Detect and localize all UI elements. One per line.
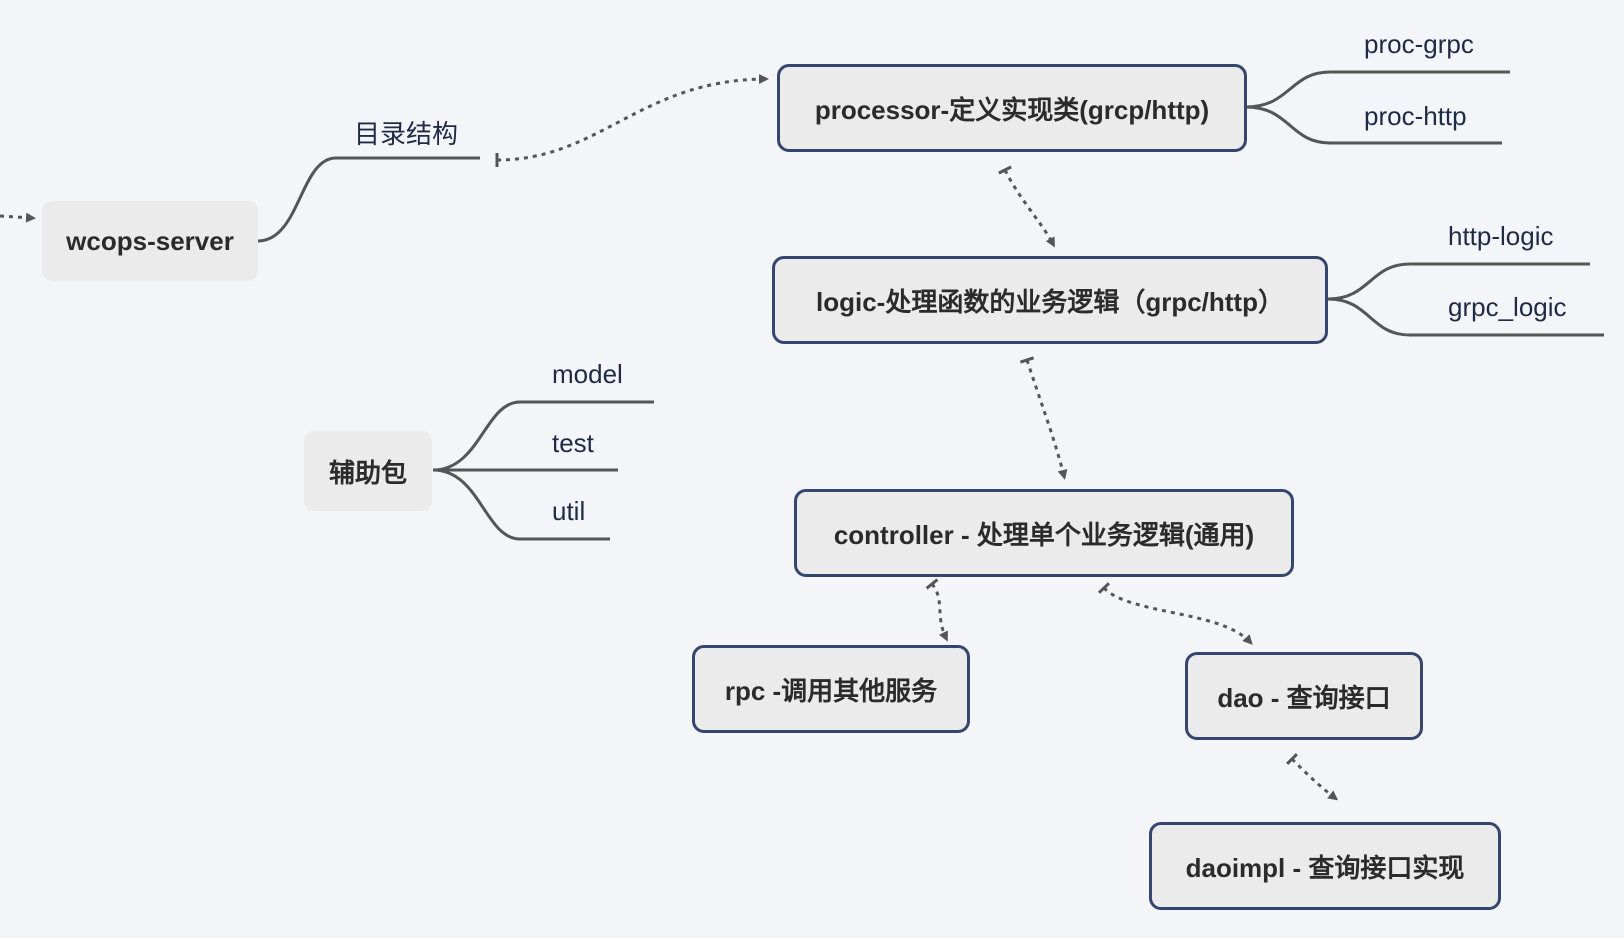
rpc-topic[interactable]: rpc -调用其他服务 — [692, 645, 970, 733]
logic-topic[interactable]: logic-处理函数的业务逻辑（grpc/http） — [772, 256, 1328, 344]
controller-topic[interactable]: controller - 处理单个业务逻辑(通用) — [794, 489, 1294, 577]
logic-child-grpc[interactable]: grpc_logic — [1448, 292, 1567, 323]
dao-topic[interactable]: dao - 查询接口 — [1185, 652, 1423, 740]
branch-main-label[interactable]: 目录结构 — [354, 114, 458, 151]
helper-child-line-model — [432, 400, 654, 472]
daoimpl-topic[interactable]: daoimpl - 查询接口实现 — [1149, 822, 1501, 910]
helper-topic[interactable]: 辅助包 — [304, 431, 432, 511]
rpc-topic-label: rpc -调用其他服务 — [724, 675, 938, 706]
mind-map-canvas: wcops-server 目录结构 辅助包 model test util pr… — [0, 0, 1624, 938]
helper-child-test[interactable]: test — [552, 428, 594, 459]
controller-to-rpc-relation — [925, 578, 948, 642]
processor-child-grpc[interactable]: proc-grpc — [1364, 29, 1474, 60]
root-topic-label: wcops-server — [66, 225, 234, 256]
processor-topic-label: processor-定义实现类(grcp/http) — [814, 94, 1210, 125]
helper-child-model[interactable]: model — [552, 359, 623, 390]
incoming-relation-arrow — [0, 212, 36, 223]
helper-child-util[interactable]: util — [552, 496, 585, 527]
processor-to-logic-relation — [998, 165, 1055, 248]
logic-topic-label: logic-处理函数的业务逻辑（grpc/http） — [816, 286, 1284, 317]
helper-topic-label: 辅助包 — [328, 457, 407, 488]
logic-child-http[interactable]: http-logic — [1448, 221, 1554, 252]
root-branch-line — [257, 156, 480, 243]
processor-topic[interactable]: processor-定义实现类(grcp/http) — [777, 64, 1247, 152]
logic-to-controller-relation — [1019, 356, 1068, 480]
root-topic[interactable]: wcops-server — [42, 201, 258, 281]
controller-topic-label: controller - 处理单个业务逻辑(通用) — [833, 519, 1255, 550]
dao-topic-label: dao - 查询接口 — [1217, 682, 1391, 713]
processor-child-http[interactable]: proc-http — [1364, 101, 1467, 132]
daoimpl-topic-label: daoimpl - 查询接口实现 — [1185, 852, 1465, 883]
dir-to-processor-relation — [495, 74, 769, 168]
dao-to-daoimpl-relation — [1285, 752, 1339, 801]
controller-to-dao-relation — [1097, 582, 1253, 645]
